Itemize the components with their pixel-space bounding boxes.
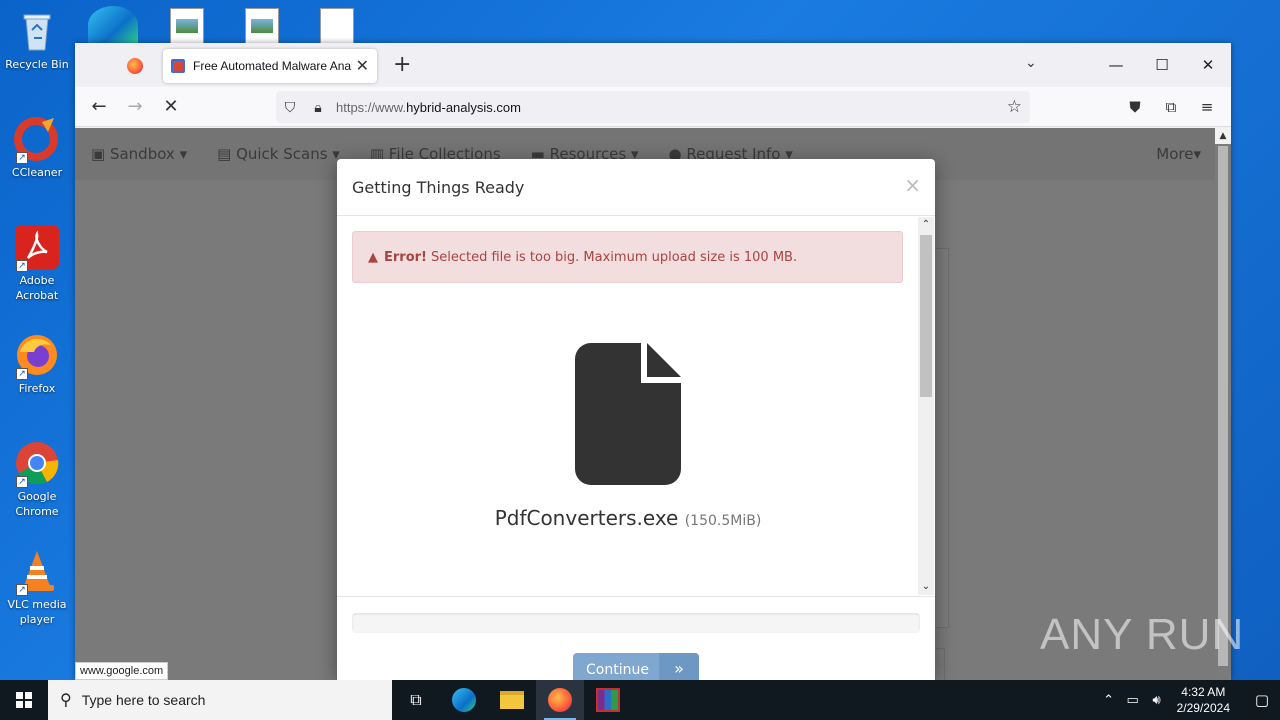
volume-icon[interactable]: 🔊︎ <box>1145 693 1169 708</box>
back-arrow-icon[interactable]: ← <box>85 95 113 119</box>
desktop-icon-vlc[interactable]: ↗ VLC media player <box>0 548 74 627</box>
system-tray: ⌃ ▭ 🔊︎ 4:32 AM 2/29/2024 ▢ <box>1097 680 1280 720</box>
modal-header: Getting Things Ready × <box>337 159 935 216</box>
url-bar[interactable]: ⛉ 🔒︎ https://www.hybrid-analysis.com ☆ <box>276 91 1030 123</box>
start-button[interactable] <box>0 680 48 720</box>
new-tab-plus-icon[interactable]: + <box>393 53 411 77</box>
shield-icon[interactable]: ⛉ <box>276 99 304 116</box>
recycle-bin-icon <box>14 8 60 54</box>
close-icon[interactable]: ✕ <box>356 56 369 76</box>
tab-bar: Free Automated Malware Analy ✕ + ⌄ — ☐ ✕ <box>75 43 1231 87</box>
desktop-icon-label: Google Chrome <box>15 490 59 518</box>
adobe-acrobat-icon: ↗ <box>14 224 60 272</box>
tab-hybrid-analysis[interactable]: Free Automated Malware Analy ✕ <box>163 49 377 83</box>
minimize-icon[interactable]: — <box>1093 51 1139 79</box>
modal-close-icon[interactable]: × <box>904 173 921 197</box>
modal-body: ▲ Error! Selected file is too big. Maxim… <box>337 216 935 596</box>
ccleaner-icon: ↗ <box>14 116 60 164</box>
windows-logo-icon <box>16 692 32 708</box>
shortcut-arrow-icon: ↗ <box>16 260 28 272</box>
firefox-favicon-icon <box>127 58 143 74</box>
desktop-icon-adobe-acrobat[interactable]: ↗ Adobe Acrobat <box>0 224 74 303</box>
file-size: (150.5MiB) <box>684 513 762 529</box>
scrollbar-thumb[interactable] <box>920 235 932 397</box>
getting-ready-modal: Getting Things Ready × ▲ Error! Selected… <box>337 159 935 680</box>
pinned-tab[interactable] <box>115 53 155 79</box>
maximize-icon[interactable]: ☐ <box>1139 51 1185 79</box>
desktop-icon-recycle-bin[interactable]: Recycle Bin <box>0 8 74 72</box>
chrome-icon: ↗ <box>14 440 60 488</box>
desktop-icon-label: VLC media player <box>7 598 67 626</box>
taskbar-search[interactable]: ⚲ Type here to search <box>48 680 392 720</box>
alert-strong: Error! <box>384 249 427 265</box>
modal-footer: Continue » <box>337 596 935 680</box>
desktop-icon-label: Adobe Acrobat <box>15 274 59 302</box>
desktop-icon-ccleaner[interactable]: ↗ CCleaner <box>0 116 74 180</box>
error-alert: ▲ Error! Selected file is too big. Maxim… <box>352 231 903 283</box>
network-icon[interactable]: ▭ <box>1121 693 1145 708</box>
tab-title: Free Automated Malware Analy <box>193 59 352 73</box>
anyrun-watermark: ANY RUN <box>1040 610 1245 659</box>
firefox-taskbar-icon[interactable] <box>536 680 584 720</box>
lock-icon[interactable]: 🔒︎ <box>304 99 332 116</box>
search-placeholder: Type here to search <box>81 692 206 708</box>
scroll-up-icon[interactable]: ⌃ <box>918 217 934 233</box>
double-chevron-right-icon: » <box>659 653 699 680</box>
scroll-down-icon[interactable]: ⌄ <box>918 579 934 595</box>
bookmark-star-icon[interactable]: ☆ <box>1007 97 1022 117</box>
upload-progress-bar <box>352 613 920 633</box>
modal-title: Getting Things Ready <box>352 178 525 197</box>
page-scrollbar[interactable]: ▲ <box>1215 128 1231 680</box>
warning-triangle-icon: ▲ <box>368 249 378 265</box>
desktop-icon-firefox[interactable]: ↗ Firefox <box>0 332 74 396</box>
pocket-icon[interactable]: ⛊ <box>1121 95 1149 119</box>
clock[interactable]: 4:32 AM 2/29/2024 <box>1177 684 1230 716</box>
task-view-icon[interactable]: ⧉ <box>392 680 440 720</box>
shortcut-arrow-icon: ↗ <box>16 584 28 596</box>
scroll-up-icon[interactable]: ▲ <box>1215 128 1231 144</box>
nav-quick-scans[interactable]: ▤ Quick Scans ▾ <box>217 145 340 163</box>
navigation-toolbar: ← → ✕ ⛉ 🔒︎ https://www.hybrid-analysis.c… <box>75 87 1231 127</box>
chevron-down-icon[interactable]: ⌄ <box>1025 55 1037 71</box>
status-url-tooltip: www.google.com <box>75 662 169 680</box>
file-icon <box>575 343 681 485</box>
url-text[interactable]: https://www.hybrid-analysis.com <box>336 100 521 115</box>
forward-arrow-icon[interactable]: → <box>121 95 149 119</box>
vlc-cone-icon: ↗ <box>14 548 60 596</box>
edge-taskbar-icon[interactable] <box>440 680 488 720</box>
winrar-icon[interactable] <box>584 680 632 720</box>
shortcut-arrow-icon: ↗ <box>16 368 28 380</box>
continue-button[interactable]: Continue » <box>573 653 699 680</box>
desktop-icon-google-chrome[interactable]: ↗ Google Chrome <box>0 440 74 519</box>
shortcut-arrow-icon: ↗ <box>16 476 28 488</box>
modal-scrollbar[interactable]: ⌃ ⌄ <box>918 217 934 595</box>
image-file-icon[interactable] <box>170 8 204 44</box>
chevron-up-icon[interactable]: ⌃ <box>1097 693 1121 708</box>
taskbar: ⚲ Type here to search ⧉ ⌃ ▭ 🔊︎ 4:32 AM 2… <box>0 680 1280 720</box>
extensions-puzzle-icon[interactable]: ⧉ <box>1157 95 1185 119</box>
desktop-icon-label: Recycle Bin <box>5 58 69 71</box>
desktop-icon-label: Firefox <box>18 382 56 395</box>
continue-label: Continue <box>586 662 649 678</box>
stop-loading-icon[interactable]: ✕ <box>157 95 185 119</box>
search-icon: ⚲ <box>60 692 72 709</box>
firefox-icon: ↗ <box>14 332 60 380</box>
file-name-label: PdfConverters.exe (150.5MiB) <box>494 506 762 530</box>
desktop-icon-label: CCleaner <box>11 166 63 179</box>
image-file-icon[interactable] <box>245 8 279 44</box>
alert-message: Selected file is too big. Maximum upload… <box>430 249 798 265</box>
shortcut-arrow-icon: ↗ <box>16 152 28 164</box>
hamburger-menu-icon[interactable]: ≡ <box>1193 95 1221 119</box>
window-close-icon[interactable]: ✕ <box>1185 51 1231 79</box>
edge-desktop-icon[interactable] <box>88 6 138 44</box>
site-favicon-icon <box>171 59 185 73</box>
nav-sandbox[interactable]: ▣ Sandbox ▾ <box>91 145 187 163</box>
notifications-icon[interactable]: ▢ <box>1244 691 1280 709</box>
file-explorer-icon[interactable] <box>488 680 536 720</box>
clock-time: 4:32 AM <box>1181 685 1226 699</box>
blank-file-icon[interactable] <box>320 8 354 44</box>
clock-date: 2/29/2024 <box>1176 701 1230 715</box>
nav-more[interactable]: More▾ <box>1156 145 1201 163</box>
scrollbar-thumb[interactable] <box>1218 146 1228 666</box>
